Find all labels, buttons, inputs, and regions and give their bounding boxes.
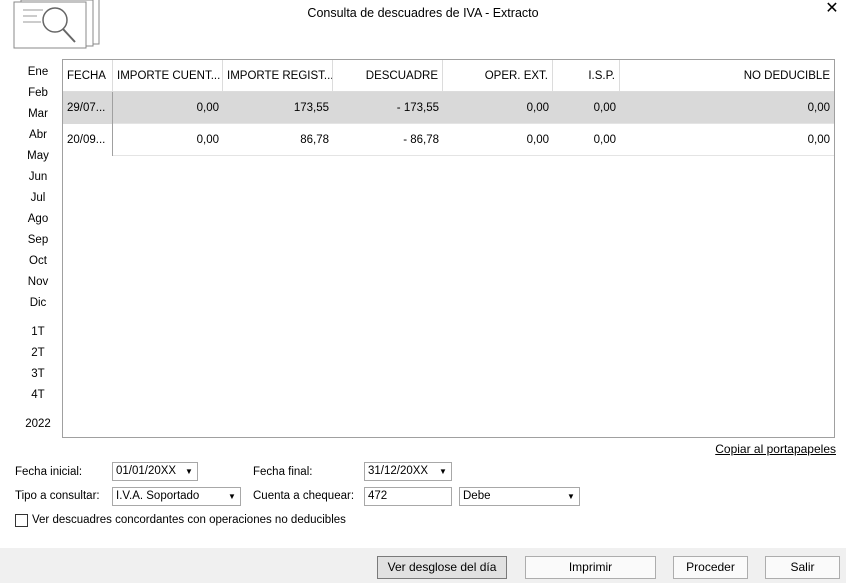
- cell-importe-registro: 173,55: [293, 102, 329, 114]
- cell-oper-ext: 0,00: [526, 134, 549, 146]
- month-sep[interactable]: Sep: [14, 234, 62, 246]
- table-row[interactable]: 20/09... 0,00 86,78 - 86,78 0,00 0,00 0,…: [63, 124, 834, 156]
- month-jul[interactable]: Jul: [14, 192, 62, 204]
- table-row[interactable]: 29/07... 0,00 173,55 - 173,55 0,00 0,00 …: [63, 92, 834, 124]
- year[interactable]: 2022: [14, 418, 62, 430]
- quarter-1t[interactable]: 1T: [14, 326, 62, 338]
- col-importe-registro[interactable]: IMPORTE REGIST...: [223, 60, 333, 92]
- fecha-inicial-picker[interactable]: 01/01/20XX ▼: [112, 462, 198, 481]
- month-may[interactable]: May: [14, 150, 62, 162]
- cuenta-chequear-input[interactable]: 472: [364, 487, 452, 506]
- cuenta-chequear-label: Cuenta a chequear:: [253, 490, 355, 502]
- quarter-3t[interactable]: 3T: [14, 368, 62, 380]
- fecha-final-value: 31/12/20XX: [368, 465, 429, 477]
- tipo-consultar-value: I.V.A. Soportado: [116, 490, 200, 502]
- window-title: Consulta de descuadres de IVA - Extracto: [307, 6, 539, 20]
- col-fecha[interactable]: FECHA: [63, 60, 113, 92]
- col-oper-ext[interactable]: OPER. EXT.: [443, 60, 553, 92]
- month-jun[interactable]: Jun: [14, 171, 62, 183]
- col-importe-cuenta[interactable]: IMPORTE CUENT...: [113, 60, 223, 92]
- cell-oper-ext: 0,00: [526, 102, 549, 114]
- month-ago[interactable]: Ago: [14, 213, 62, 225]
- month-dic[interactable]: Dic: [14, 297, 62, 309]
- month-abr[interactable]: Abr: [14, 129, 62, 141]
- fecha-final-label: Fecha final:: [253, 466, 313, 478]
- ver-desglose-button[interactable]: Ver desglose del día: [377, 556, 507, 579]
- cell-fecha: 20/09...: [63, 124, 113, 156]
- cell-importe-cuenta: 0,00: [196, 134, 219, 146]
- salir-button[interactable]: Salir: [765, 556, 840, 579]
- cell-importe-registro: 86,78: [300, 134, 329, 146]
- imprimir-button[interactable]: Imprimir: [525, 556, 656, 579]
- cell-no-deducible: 0,00: [807, 102, 830, 114]
- no-deducibles-checkbox[interactable]: [15, 514, 28, 527]
- fecha-inicial-value: 01/01/20XX: [116, 465, 177, 477]
- proceder-button[interactable]: Proceder: [673, 556, 748, 579]
- cell-isp: 0,00: [593, 134, 616, 146]
- debe-haber-select[interactable]: Debe ▼: [459, 487, 580, 506]
- fecha-final-picker[interactable]: 31/12/20XX ▼: [364, 462, 452, 481]
- chevron-down-icon[interactable]: ▼: [181, 463, 197, 480]
- month-mar[interactable]: Mar: [14, 108, 62, 120]
- chevron-down-icon[interactable]: ▼: [224, 488, 240, 505]
- fecha-inicial-label: Fecha inicial:: [15, 466, 83, 478]
- month-oct[interactable]: Oct: [14, 255, 62, 267]
- cell-importe-cuenta: 0,00: [196, 102, 219, 114]
- quarter-4t[interactable]: 4T: [14, 389, 62, 401]
- cell-isp: 0,00: [593, 102, 616, 114]
- month-feb[interactable]: Feb: [14, 87, 62, 99]
- close-icon[interactable]: ✕: [822, 0, 842, 20]
- table-header: FECHA IMPORTE CUENT... IMPORTE REGIST...…: [63, 60, 834, 92]
- month-ene[interactable]: Ene: [14, 66, 62, 78]
- tipo-consultar-label: Tipo a consultar:: [15, 490, 100, 502]
- copy-to-clipboard-link[interactable]: Copiar al portapapeles: [715, 442, 836, 456]
- col-no-deducible[interactable]: NO DEDUCIBLE: [620, 60, 834, 92]
- tipo-consultar-select[interactable]: I.V.A. Soportado ▼: [112, 487, 241, 506]
- cell-no-deducible: 0,00: [807, 134, 830, 146]
- cell-fecha: 29/07...: [63, 92, 113, 124]
- month-nov[interactable]: Nov: [14, 276, 62, 288]
- col-isp[interactable]: I.S.P.: [553, 60, 620, 92]
- chevron-down-icon[interactable]: ▼: [563, 488, 579, 505]
- descuadres-table[interactable]: FECHA IMPORTE CUENT... IMPORTE REGIST...…: [62, 59, 835, 438]
- chevron-down-icon[interactable]: ▼: [435, 463, 451, 480]
- no-deducibles-checkbox-label[interactable]: Ver descuadres concordantes con operacio…: [32, 514, 346, 526]
- col-descuadre[interactable]: DESCUADRE: [333, 60, 443, 92]
- debe-haber-value: Debe: [463, 490, 491, 502]
- cell-descuadre: - 173,55: [396, 102, 439, 114]
- quarter-2t[interactable]: 2T: [14, 347, 62, 359]
- cell-descuadre: - 86,78: [403, 134, 439, 146]
